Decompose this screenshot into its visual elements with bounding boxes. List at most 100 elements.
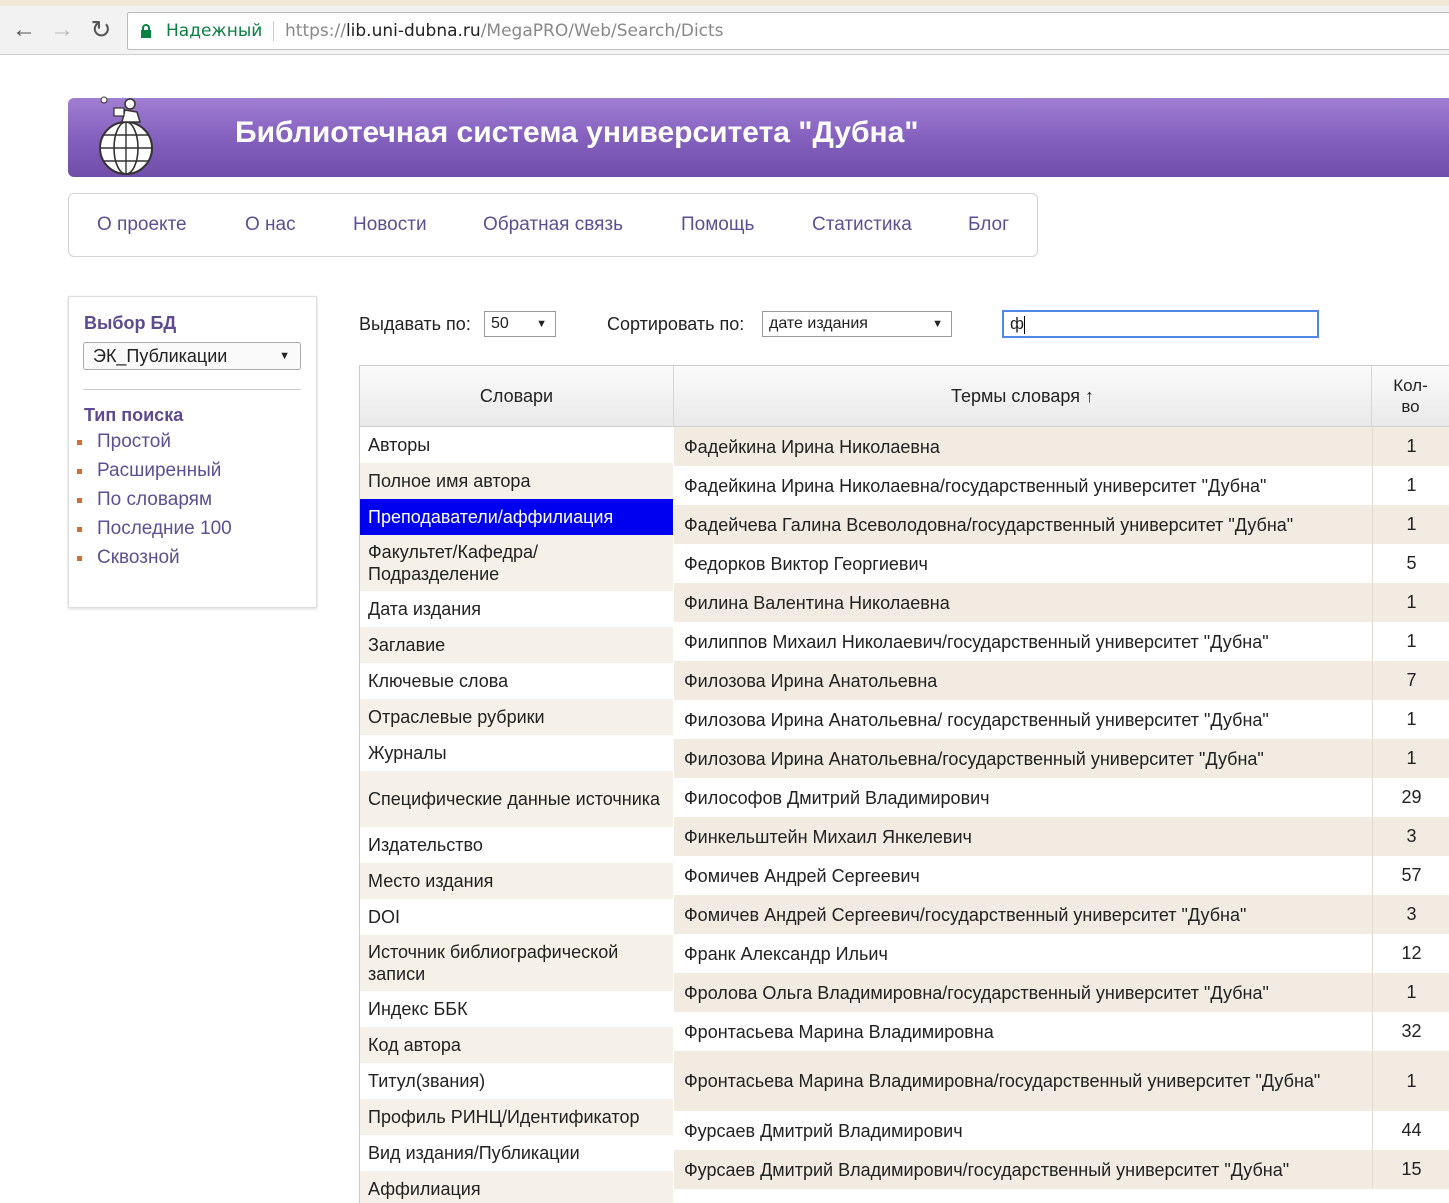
term-name[interactable]: Философов Дмитрий Владимирович: [684, 778, 1364, 817]
url-text[interactable]: https://lib.uni-dubna.ru/MegaPRO/Web/Sea…: [285, 13, 724, 49]
search-type-advanced[interactable]: Расширенный: [77, 460, 232, 489]
browser-toolbar: ← → ↻ Надежный https://lib.uni-dubna.ru/…: [0, 6, 1449, 55]
dictionary-item[interactable]: Специфические данные источника: [360, 771, 673, 827]
globe-reader-logo-icon[interactable]: [92, 90, 162, 180]
term-count: 3: [1372, 817, 1449, 856]
term-row[interactable]: Фронтасьева Марина Владимировна/государс…: [674, 1051, 1449, 1111]
term-row[interactable]: Филиппов Михаил Николаевич/государственн…: [674, 622, 1449, 661]
reload-icon[interactable]: ↻: [87, 16, 115, 44]
dictionary-item[interactable]: Заглавие: [360, 627, 673, 663]
term-row[interactable]: Фадейчева Галина Всеволодовна/государств…: [674, 505, 1449, 544]
menu-blog[interactable]: Блог: [968, 214, 1009, 236]
term-row[interactable]: Фролова Ольга Владимировна/государственн…: [674, 973, 1449, 1012]
term-count: 1: [1372, 505, 1449, 544]
term-row[interactable]: Фронтасьева Марина Владимировна 32: [674, 1012, 1449, 1051]
dictionary-item[interactable]: Преподаватели/аффилиация: [360, 499, 673, 535]
term-row[interactable]: Фадейкина Ирина Николаевна 1: [674, 427, 1449, 466]
term-name[interactable]: Франк Александр Ильич: [684, 934, 1364, 973]
per-page-label: Выдавать по:: [359, 314, 471, 334]
term-name[interactable]: Филина Валентина Николаевна: [684, 583, 1364, 622]
dictionary-item[interactable]: Полное имя автора: [360, 463, 673, 499]
term-name[interactable]: Фомичев Андрей Сергеевич/государственный…: [684, 895, 1364, 934]
term-row[interactable]: Филозова Ирина Анатольевна/государственн…: [674, 739, 1449, 778]
term-row[interactable]: Фомичев Андрей Сергеевич/государственный…: [674, 895, 1449, 934]
term-name[interactable]: Филиппов Михаил Николаевич/государственн…: [684, 622, 1364, 661]
term-name[interactable]: Филозова Ирина Анатольевна/государственн…: [684, 739, 1364, 778]
per-page-select[interactable]: 50 ▼: [484, 311, 556, 337]
sort-select[interactable]: дате издания ▼: [762, 311, 952, 337]
menu-about-project[interactable]: О проекте: [97, 214, 187, 236]
dictionary-item[interactable]: Индекс ББК: [360, 991, 673, 1027]
term-row[interactable]: Фурсаев Дмитрий Владимирович/государстве…: [674, 1150, 1449, 1189]
dictionary-item[interactable]: DOI: [360, 899, 673, 935]
search-type-last-100[interactable]: Последние 100: [77, 518, 232, 547]
term-name[interactable]: Фронтасьева Марина Владимировна: [684, 1012, 1364, 1051]
dictionary-item[interactable]: Авторы: [360, 427, 673, 463]
dictionary-item[interactable]: Место издания: [360, 863, 673, 899]
term-count: 1: [1372, 583, 1449, 622]
term-row[interactable]: Федорков Виктор Георгиевич 5: [674, 544, 1449, 583]
dictionary-item[interactable]: Аффилиация: [360, 1171, 673, 1203]
menu-statistics[interactable]: Статистика: [812, 214, 912, 236]
dictionary-item[interactable]: Код автора: [360, 1027, 673, 1063]
term-name[interactable]: Фомичев Андрей Сергеевич: [684, 856, 1364, 895]
term-name[interactable]: Федорков Виктор Георгиевич: [684, 544, 1364, 583]
term-row[interactable]: Филозова Ирина Анатольевна 7: [674, 661, 1449, 700]
term-count: 1: [1372, 700, 1449, 739]
term-row[interactable]: Франк Александр Ильич 12: [674, 934, 1449, 973]
term-row[interactable]: Филозова Ирина Анатольевна/ государствен…: [674, 700, 1449, 739]
back-arrow-icon[interactable]: ←: [10, 16, 38, 44]
term-row[interactable]: Финкельштейн Михаил Янкелевич 3: [674, 817, 1449, 856]
term-row[interactable]: Философов Дмитрий Владимирович 29: [674, 778, 1449, 817]
term-name[interactable]: Фурсаев Дмитрий Владимирович/государстве…: [684, 1150, 1364, 1189]
term-name[interactable]: Фадейкина Ирина Николаевна: [684, 427, 1364, 466]
secure-label: Надежный: [166, 21, 263, 41]
term-name[interactable]: Филозова Ирина Анатольевна: [684, 661, 1364, 700]
dictionary-item[interactable]: Дата издания: [360, 591, 673, 627]
dictionary-item[interactable]: Журналы: [360, 735, 673, 771]
term-search-value: ф: [1010, 314, 1024, 333]
dictionary-item[interactable]: Титул(звания): [360, 1063, 673, 1099]
dictionary-item[interactable]: Факультет/Кафедра/ Подразделение: [360, 535, 673, 591]
term-search-input[interactable]: ф: [1002, 310, 1319, 338]
term-name[interactable]: Филозова Ирина Анатольевна/ государствен…: [684, 700, 1364, 739]
term-row[interactable]: Фомичев Андрей Сергеевич 57: [674, 856, 1449, 895]
dictionary-item[interactable]: Издательство: [360, 827, 673, 863]
dictionary-item[interactable]: Ключевые слова: [360, 663, 673, 699]
menu-feedback[interactable]: Обратная связь: [483, 214, 623, 236]
term-count: 1: [1372, 973, 1449, 1012]
search-type-dictionaries[interactable]: По словарям: [77, 489, 232, 518]
term-row[interactable]: Филина Валентина Николаевна 1: [674, 583, 1449, 622]
term-name[interactable]: Фадейкина Ирина Николаевна/государственн…: [684, 466, 1364, 505]
term-row[interactable]: Фадейкина Ирина Николаевна/государственн…: [674, 466, 1449, 505]
header-terms[interactable]: Термы словаря ↑: [674, 366, 1372, 426]
db-select-title: Выбор БД: [84, 313, 177, 333]
address-bar[interactable]: Надежный https://lib.uni-dubna.ru/MegaPR…: [127, 12, 1449, 50]
term-name[interactable]: Фадейчева Галина Всеволодовна/государств…: [684, 505, 1364, 544]
menu-about-us[interactable]: О нас: [245, 214, 296, 236]
term-count: 57: [1372, 856, 1449, 895]
forward-arrow-icon[interactable]: →: [48, 16, 76, 44]
search-type-simple[interactable]: Простой: [77, 431, 232, 460]
sort-label: Сортировать по:: [607, 314, 745, 334]
menu-help[interactable]: Помощь: [681, 214, 754, 236]
dictionary-item[interactable]: Вид издания/Публикации: [360, 1135, 673, 1171]
header-dictionaries[interactable]: Словари: [360, 366, 674, 426]
per-page-value: 50: [491, 315, 509, 332]
dictionary-item[interactable]: Источник библиографической записи: [360, 935, 673, 991]
sidebar-divider: [83, 389, 301, 390]
db-select[interactable]: ЭК_Публикации ▼: [83, 342, 301, 370]
dictionary-item[interactable]: Профиль РИНЦ/Идентификатор: [360, 1099, 673, 1135]
search-type-through[interactable]: Сквозной: [77, 547, 232, 576]
dictionary-item[interactable]: Отраслевые рубрики: [360, 699, 673, 735]
search-type-list: Простой Расширенный По словарям Последни…: [77, 431, 232, 576]
sidebar: Выбор БД ЭК_Публикации ▼ Тип поиска Прос…: [68, 296, 317, 608]
term-name[interactable]: Фронтасьева Марина Владимировна/государс…: [684, 1051, 1364, 1111]
term-row[interactable]: Фурсаев Дмитрий Владимирович 44: [674, 1111, 1449, 1150]
term-count: 12: [1372, 934, 1449, 973]
header-count[interactable]: Кол-во: [1372, 366, 1449, 426]
term-name[interactable]: Фурсаев Дмитрий Владимирович: [684, 1111, 1364, 1150]
term-name[interactable]: Финкельштейн Михаил Янкелевич: [684, 817, 1364, 856]
term-name[interactable]: Фролова Ольга Владимировна/государственн…: [684, 973, 1364, 1012]
menu-news[interactable]: Новости: [353, 214, 427, 236]
